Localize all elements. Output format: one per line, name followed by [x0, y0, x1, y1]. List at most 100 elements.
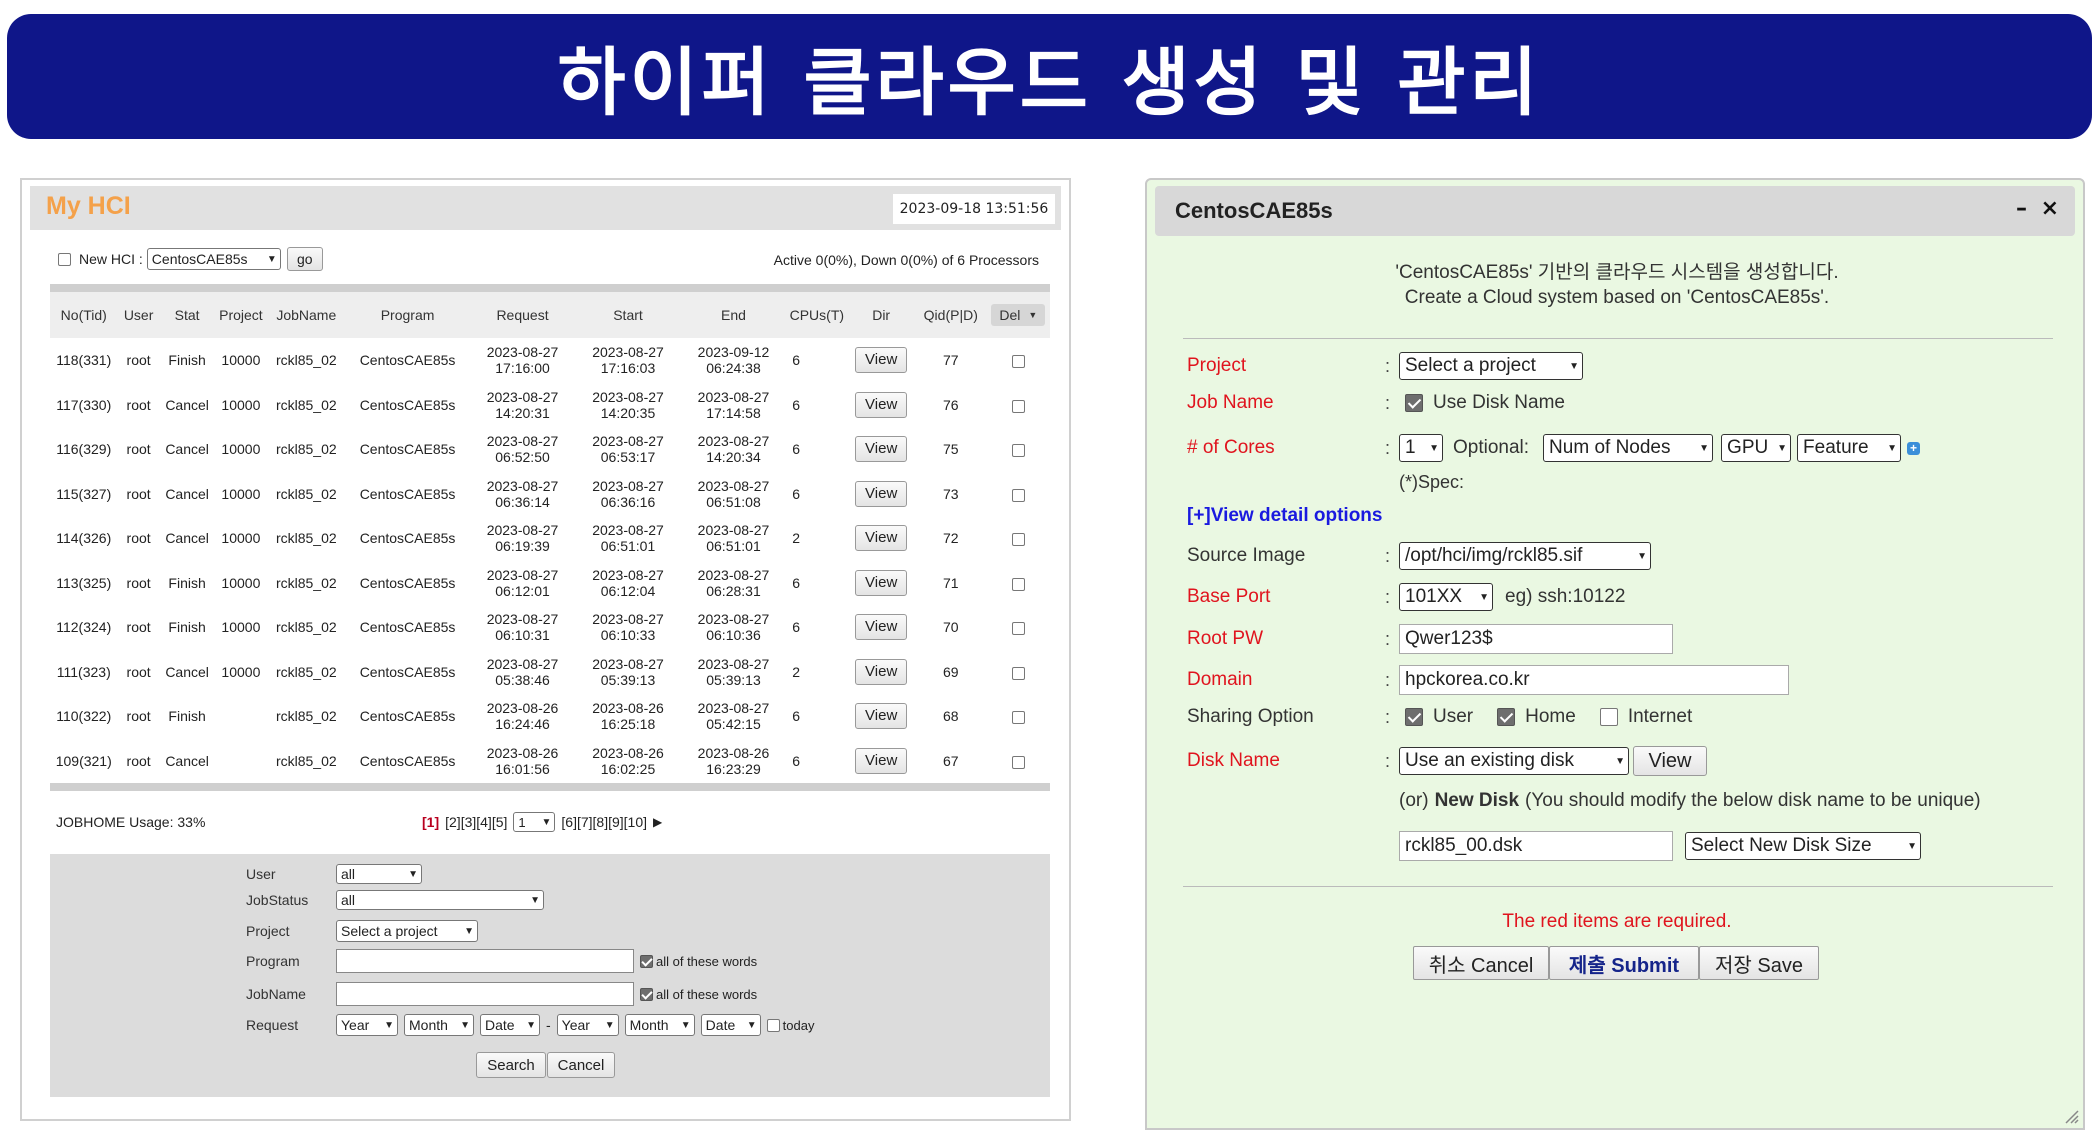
new-disk-note-row: (or) New Disk (You should modify the bel… — [1399, 790, 1981, 811]
filter-user-select[interactable]: all ▼ — [336, 864, 422, 884]
cell-request: 2023-08-26 16:01:56 — [486, 744, 559, 777]
base-port-select[interactable]: 101XX ▼ — [1399, 583, 1493, 611]
filter-program-row: Program all of these words — [246, 949, 757, 973]
banner-title: 하이퍼 클라우드 생성 및 관리 — [557, 40, 1542, 126]
cell-qid: 69 — [942, 663, 959, 680]
request-to-month[interactable]: Month ▼ — [624, 1014, 695, 1036]
cell-qid: 72 — [942, 530, 959, 547]
add-option-icon[interactable]: + — [1907, 441, 1921, 455]
cell-request: 2023-08-27 05:38:46 — [486, 655, 559, 688]
cell-qid: 68 — [942, 708, 959, 725]
new-disk-name-input[interactable]: rckl85_00.dsk — [1399, 831, 1673, 861]
project-row: Project : Select a project ▼ — [1187, 352, 1583, 380]
cell-qid: 73 — [942, 485, 959, 502]
cancel-button[interactable]: 취소 Cancel — [1413, 946, 1549, 980]
filter-project-select[interactable]: Select a project ▼ — [336, 920, 478, 942]
num-nodes-select[interactable]: Num of Nodes ▼ — [1543, 434, 1714, 462]
jobhome-usage: JOBHOME Usage: 33% — [56, 814, 206, 830]
minimize-icon[interactable]: – — [2016, 196, 2027, 221]
filter-jobstatus-select[interactable]: all ▼ — [336, 890, 544, 910]
delete-row-checkbox[interactable] — [1011, 488, 1025, 502]
go-button[interactable]: go — [286, 247, 323, 271]
view-dir-button[interactable]: View — [855, 614, 908, 641]
view-dir-button[interactable]: View — [855, 747, 908, 774]
cell-request: 2023-08-27 06:52:50 — [486, 433, 559, 466]
next-page-icon[interactable]: ▶ — [653, 815, 662, 829]
view-dir-button[interactable]: View — [855, 525, 908, 552]
cancel-filter-button[interactable]: Cancel — [547, 1052, 615, 1078]
delete-row-checkbox[interactable] — [1011, 577, 1025, 591]
domain-input[interactable]: hpckorea.co.kr — [1399, 665, 1789, 695]
page-links-a[interactable]: [2][3][4][5] — [445, 814, 507, 830]
view-dir-button[interactable]: View — [855, 436, 908, 463]
use-disk-name-checkbox[interactable] — [1405, 394, 1423, 412]
project-select[interactable]: Select a project ▼ — [1399, 352, 1583, 380]
delete-row-checkbox[interactable] — [1011, 622, 1025, 636]
page-current[interactable]: [1] — [422, 814, 439, 830]
request-from-date[interactable]: Date ▼ — [480, 1014, 540, 1036]
jobname-all-words-checkbox[interactable] — [640, 987, 653, 1001]
required-note: The red items are required. — [1502, 911, 1732, 932]
cell-user: root — [126, 574, 151, 591]
cell-stat: Cancel — [165, 485, 209, 502]
request-from-year[interactable]: Year ▼ — [336, 1014, 398, 1036]
feature-select[interactable]: Feature ▼ — [1797, 434, 1902, 462]
filter-program-input[interactable] — [336, 949, 634, 973]
view-dir-button[interactable]: View — [855, 480, 908, 507]
share-user-checkbox[interactable] — [1405, 708, 1423, 726]
view-dir-button[interactable]: View — [855, 391, 908, 418]
cell-project: 10000 — [221, 530, 261, 547]
job-filter: User all ▼ JobStatus all ▼ Project Select … — [50, 854, 1050, 1097]
page-links-b[interactable]: [6][7][8][9][10] — [561, 814, 647, 830]
my-hci-title: My HCI — [46, 192, 131, 220]
delete-row-checkbox[interactable] — [1011, 755, 1025, 769]
del-column-menu[interactable]: Del ▼ — [991, 304, 1046, 326]
table-row: 118(331) root Finish 10000 rckl85_02 CentosCA… — [50, 338, 1050, 383]
cell-cpus: 6 — [792, 485, 801, 502]
view-dir-button[interactable]: View — [855, 703, 908, 730]
new-disk-size-select[interactable]: Select New Disk Size ▼ — [1685, 832, 1921, 860]
delete-row-checkbox[interactable] — [1011, 355, 1025, 369]
create-cloud-dialog: CentosCAE85s – × 'CentosCAE85s' 기반의 클라우드… — [1145, 178, 2085, 1130]
cell-end: 2023-08-27 06:10:36 — [697, 611, 770, 644]
resize-handle-icon[interactable] — [2063, 1108, 2079, 1124]
column-header: Del ▼ — [986, 292, 1050, 338]
new-hci-checkbox[interactable] — [58, 252, 71, 266]
delete-row-checkbox[interactable] — [1011, 444, 1025, 458]
gpu-select[interactable]: GPU ▼ — [1721, 434, 1792, 462]
filter-jobname-input[interactable] — [336, 982, 634, 1006]
view-dir-button[interactable]: View — [855, 658, 908, 685]
program-all-words-checkbox[interactable] — [640, 954, 653, 968]
root-pw-input[interactable]: Qwer123$ — [1399, 624, 1673, 654]
delete-row-checkbox[interactable] — [1011, 711, 1025, 725]
disk-select[interactable]: Use an existing disk ▼ — [1399, 747, 1629, 775]
delete-row-checkbox[interactable] — [1011, 399, 1025, 413]
filter-actions: Search Cancel — [476, 1052, 615, 1078]
delete-row-checkbox[interactable] — [1011, 666, 1025, 680]
source-image-select[interactable]: /opt/hci/img/rckl85.sif ▼ — [1399, 542, 1651, 570]
delete-row-checkbox[interactable] — [1011, 533, 1025, 547]
cell-cpus: 6 — [792, 352, 801, 369]
cell-dir: View — [847, 694, 915, 739]
disk-view-button[interactable]: View — [1633, 746, 1707, 776]
request-to-year[interactable]: Year ▼ — [556, 1014, 619, 1036]
column-header: Start — [575, 292, 681, 338]
share-internet-checkbox[interactable] — [1599, 708, 1618, 726]
new-hci-select[interactable]: CentosCAE85s ▼ — [146, 248, 281, 270]
share-home-checkbox[interactable] — [1497, 708, 1516, 726]
search-button[interactable]: Search — [476, 1052, 546, 1078]
view-detail-options-link[interactable]: [+]View detail options — [1187, 505, 1382, 527]
page-select[interactable]: 1 ▼ — [513, 812, 556, 832]
view-dir-button[interactable]: View — [855, 569, 908, 596]
cores-select[interactable]: 1 ▼ — [1399, 434, 1443, 462]
save-button[interactable]: 저장 Save — [1699, 946, 1819, 980]
today-checkbox[interactable] — [766, 1018, 780, 1032]
request-to-date[interactable]: Date ▼ — [700, 1014, 761, 1036]
request-from-month[interactable]: Month ▼ — [404, 1014, 474, 1036]
cell-stat: Cancel — [165, 752, 209, 769]
column-header: Qid(P|D) — [914, 292, 987, 338]
view-dir-button[interactable]: View — [855, 347, 908, 374]
close-icon[interactable]: × — [2041, 196, 2059, 221]
cell-user: root — [126, 663, 151, 680]
submit-button[interactable]: 제출 Submit — [1549, 946, 1699, 980]
